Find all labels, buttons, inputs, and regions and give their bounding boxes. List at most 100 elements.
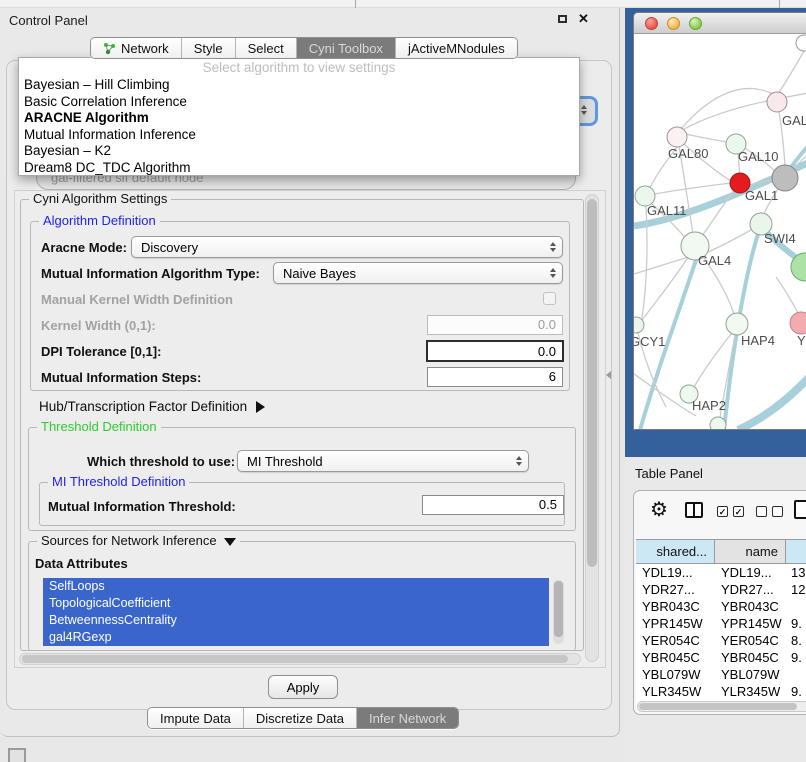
minimize-traffic-light-icon[interactable]	[667, 17, 680, 30]
kernel-width-field[interactable]: 0.0	[427, 315, 563, 335]
attributes-scrollbar[interactable]	[553, 580, 564, 644]
scrollbar-thumb[interactable]	[22, 655, 568, 663]
network-node-y[interactable]	[790, 312, 806, 334]
algorithm-option[interactable]: ARACNE Algorithm	[19, 110, 579, 127]
tab-cyni-toolbox[interactable]: Cyni Toolbox	[297, 38, 396, 58]
close-icon[interactable]: ✕	[578, 11, 589, 27]
table-row[interactable]: YPR145WYPR145W9.	[636, 615, 806, 632]
tab-style[interactable]: Style	[182, 38, 236, 58]
settings-horizontal-scrollbar[interactable]	[19, 653, 581, 665]
table-row[interactable]: YLR345WYLR345W9.	[636, 683, 806, 700]
column-header[interactable]: name	[715, 540, 786, 563]
node-label: SWI4	[764, 231, 796, 246]
tab-select[interactable]: Select	[236, 38, 297, 58]
data-attributes-list: SelfLoopsTopologicalCoefficientBetweenne…	[43, 578, 549, 646]
zoom-traffic-light-icon[interactable]	[689, 17, 702, 30]
gear-icon[interactable]: ⚙	[650, 497, 668, 522]
unchecked-checkbox-icon[interactable]	[772, 506, 783, 517]
algorithm-option[interactable]: Mutual Information Inference	[19, 127, 579, 144]
minimized-panel-icon[interactable]	[8, 748, 26, 762]
network-canvas[interactable]: GALGAL80GAL10GAL1GAL11SWI4GAL4GCY1HAP4YH…	[634, 34, 806, 430]
threshold-definition-title: Threshold Definition	[37, 419, 161, 434]
hub-definition-section[interactable]: Hub/Transcription Factor Definition	[39, 399, 265, 414]
float-window-icon[interactable]	[558, 15, 567, 23]
aracne-mode-value: Discovery	[141, 240, 198, 255]
attribute-item[interactable]: gal4RGexp	[43, 629, 549, 646]
node-label: GAL4	[698, 253, 731, 268]
node-label: GAL11	[647, 203, 687, 218]
node-label: GAL	[782, 113, 806, 128]
data-attributes-label: Data Attributes	[35, 556, 128, 571]
control-panel-tabs: NetworkStyleSelectCyni ToolboxjActiveMNo…	[90, 37, 518, 59]
table-panel: Table Panel ⚙ ✓ ✓ shared...name YDL19...…	[625, 457, 806, 762]
scrollbar-thumb[interactable]	[639, 703, 797, 710]
aracne-mode-combo[interactable]: Discovery	[131, 236, 563, 258]
table-row[interactable]: YDL19...YDL19...13	[636, 564, 806, 581]
tab-jactivemnodules[interactable]: jActiveMNodules	[396, 38, 517, 58]
table-row[interactable]: YDR27...YDR27...12	[636, 581, 806, 598]
checked-checkbox-icon[interactable]: ✓	[717, 506, 728, 517]
network-node-gal80[interactable]	[667, 127, 687, 147]
document-icon[interactable]	[794, 500, 806, 519]
kernel-width-label: Kernel Width (0,1):	[41, 318, 156, 333]
manual-kernel-label: Manual Kernel Width Definition	[41, 292, 233, 307]
window-titlebar[interactable]	[634, 13, 806, 34]
network-node[interactable]	[796, 35, 806, 51]
scrollbar-thumb[interactable]	[587, 199, 597, 567]
sources-title[interactable]: Sources for Network Inference	[37, 533, 240, 548]
bottom-tab-infer-network[interactable]: Infer Network	[357, 708, 458, 728]
dpi-tolerance-field[interactable]: 0.0	[426, 340, 564, 362]
tab-network[interactable]: Network	[91, 38, 182, 58]
column-header[interactable]: shared...	[636, 540, 715, 563]
screen: Control Panel ✕ gal-filtered sif default…	[0, 0, 806, 762]
algorithm-list: Bayesian – Hill ClimbingBasic Correlatio…	[19, 77, 579, 176]
network-node-gal[interactable]	[767, 92, 787, 112]
hub-definition-label: Hub/Transcription Factor Definition	[39, 399, 247, 414]
network-node[interactable]	[710, 417, 726, 430]
mi-threshold-field[interactable]: 0.5	[422, 495, 564, 515]
attribute-item[interactable]: TopologicalCoefficient	[43, 595, 549, 612]
table-row[interactable]: YBL079WYBL079W	[636, 666, 806, 683]
mi-steps-field[interactable]: 6	[427, 367, 563, 387]
algorithm-option[interactable]: Dream8 DC_TDC Algorithm	[19, 160, 579, 177]
algorithm-option[interactable]: Bayesian – Hill Climbing	[19, 77, 579, 94]
table-header: shared...name	[636, 539, 806, 564]
node-label: GAL10	[738, 149, 778, 164]
stepper-icon	[581, 105, 593, 115]
table-row[interactable]: YER054CYER054C8.	[636, 632, 806, 649]
panel-splitter-handle[interactable]	[606, 371, 611, 379]
collapsed-arrow-icon[interactable]	[256, 401, 265, 413]
node-label: GAL1	[745, 188, 778, 203]
control-panel-window: Control Panel ✕ gal-filtered sif default…	[0, 8, 620, 737]
checked-checkbox-icon[interactable]: ✓	[733, 506, 744, 517]
which-threshold-combo[interactable]: MI Threshold	[237, 450, 529, 472]
attribute-item[interactable]: SelfLoops	[43, 578, 549, 595]
attribute-item[interactable]: BetweennessCentrality	[43, 612, 549, 629]
network-view-window[interactable]: GALGAL80GAL10GAL1GAL11SWI4GAL4GCY1HAP4YH…	[633, 12, 806, 430]
table-row[interactable]: YBR043CYBR043C	[636, 598, 806, 615]
bottom-tab-discretize-data[interactable]: Discretize Data	[244, 708, 357, 728]
mi-threshold-definition-group: MI Threshold Definition Mutual Informati…	[39, 482, 565, 526]
split-columns-icon[interactable]	[685, 502, 703, 518]
table-body: YDL19...YDL19...13YDR27...YDR27...12YBR0…	[636, 564, 806, 704]
algorithm-option[interactable]: Bayesian – K2	[19, 143, 579, 160]
mi-type-label: Mutual Information Algorithm Type:	[41, 266, 260, 281]
mi-algorithm-type-combo[interactable]: Naive Bayes	[273, 262, 563, 284]
table-row[interactable]: YBR045CYBR045C9.	[636, 649, 806, 666]
algorithm-option[interactable]: Basic Correlation Inference	[19, 94, 579, 111]
expanded-arrow-icon[interactable]	[224, 538, 236, 546]
dropdown-placeholder: Select algorithm to view settings	[19, 58, 579, 77]
table-horizontal-scrollbar[interactable]	[637, 701, 806, 712]
column-header[interactable]	[786, 540, 806, 563]
threshold-definition-group: Threshold Definition Which threshold to …	[28, 427, 576, 531]
bottom-tab-impute-data[interactable]: Impute Data	[148, 708, 244, 728]
settings-vertical-scrollbar[interactable]	[585, 194, 599, 662]
network-node-hap4[interactable]	[726, 313, 748, 335]
which-threshold-value: MI Threshold	[247, 454, 323, 469]
apply-button[interactable]: Apply	[268, 675, 338, 699]
close-traffic-light-icon[interactable]	[645, 17, 658, 30]
bottom-tabs: Impute DataDiscretize DataInfer Network	[147, 707, 459, 729]
stepper-icon	[550, 268, 562, 278]
unchecked-checkbox-icon[interactable]	[756, 506, 767, 517]
manual-kernel-checkbox[interactable]	[543, 292, 556, 305]
